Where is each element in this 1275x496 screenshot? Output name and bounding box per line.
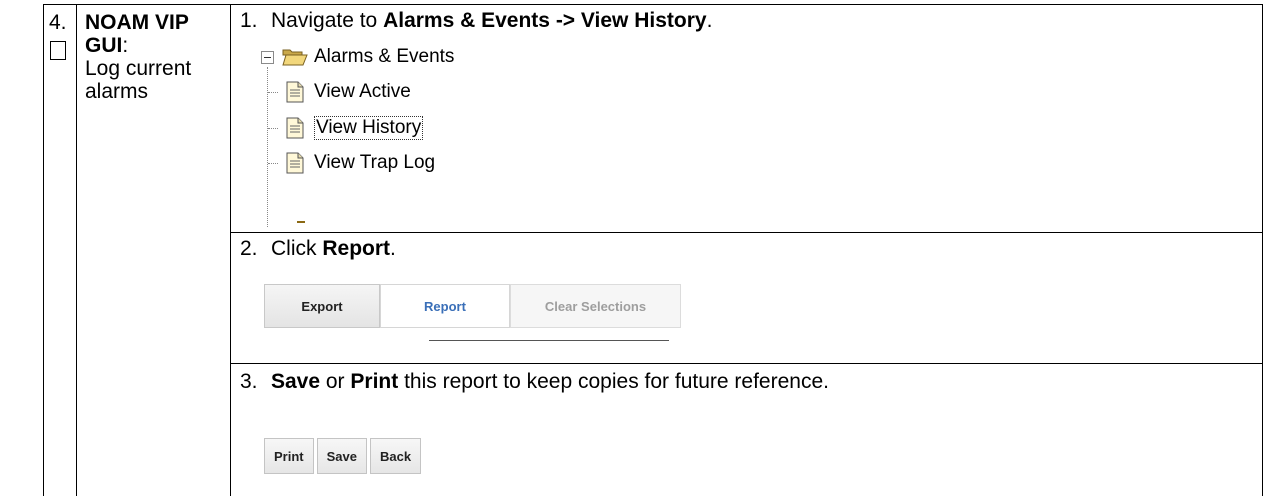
tree-label-view-trap-log: View Trap Log <box>314 152 436 173</box>
back-button[interactable]: Back <box>370 438 422 474</box>
export-button[interactable]: Export <box>264 284 380 328</box>
step-role: NOAM VIP GUI <box>85 11 189 57</box>
tree-branch <box>268 128 278 129</box>
procedure-table: 4. NOAM VIP GUI: Log current alarms 1. Na… <box>43 4 1263 496</box>
tree-branch <box>268 92 278 93</box>
description-cell: NOAM VIP GUI: Log current alarms <box>76 4 231 496</box>
instruction-row-3: 3. Save or Print this report to keep copi… <box>231 364 1262 496</box>
navigation-tree: Alarms & Events View Active View History… <box>261 45 581 230</box>
tree-next-node-fragment <box>297 221 305 223</box>
tree-label-view-active: View Active <box>314 81 411 102</box>
print-save-toolbar: Print Save Back <box>264 438 424 474</box>
instruction-1: 1. Navigate to Alarms & Events -> View Hi… <box>240 9 713 32</box>
tree-connector <box>267 67 268 227</box>
tree-root-label: Alarms & Events <box>314 46 455 67</box>
step-checkbox[interactable] <box>50 41 66 60</box>
tree-node-alarms-events[interactable]: Alarms & Events <box>261 45 454 69</box>
step-cell: 4. <box>43 4 77 496</box>
report-toolbar: Export Report Clear Selections <box>264 284 681 328</box>
save-button[interactable]: Save <box>316 438 367 474</box>
step-role-suffix: : <box>122 34 129 57</box>
step-description: Log current alarms <box>85 57 192 103</box>
document-icon <box>286 81 304 103</box>
instruction-row-1: 1. Navigate to Alarms & Events -> View Hi… <box>231 5 1262 233</box>
clear-selections-button[interactable]: Clear Selections <box>510 284 681 328</box>
report-button[interactable]: Report <box>380 284 510 328</box>
document-icon <box>286 117 304 139</box>
tree-node-view-active[interactable]: View Active <box>285 80 411 104</box>
instruction-2: 2. Click Report. <box>240 237 396 260</box>
tree-node-view-history[interactable]: View History <box>285 116 424 140</box>
instructions-cell: 1. Navigate to Alarms & Events -> View Hi… <box>230 4 1263 496</box>
tree-label-view-history: View History <box>314 116 424 140</box>
tree-branch <box>268 163 278 164</box>
tree-node-view-trap-log[interactable]: View Trap Log <box>285 151 435 175</box>
instruction-3: 3. Save or Print this report to keep copi… <box>240 370 829 393</box>
document-icon <box>286 152 304 174</box>
print-button[interactable]: Print <box>264 438 314 474</box>
open-folder-icon <box>282 49 308 66</box>
divider-rule <box>429 340 669 341</box>
collapse-icon[interactable] <box>261 50 274 64</box>
step-number: 4. <box>49 11 67 34</box>
instruction-row-2: 2. Click Report. Export Report Clear Sele… <box>231 233 1262 364</box>
